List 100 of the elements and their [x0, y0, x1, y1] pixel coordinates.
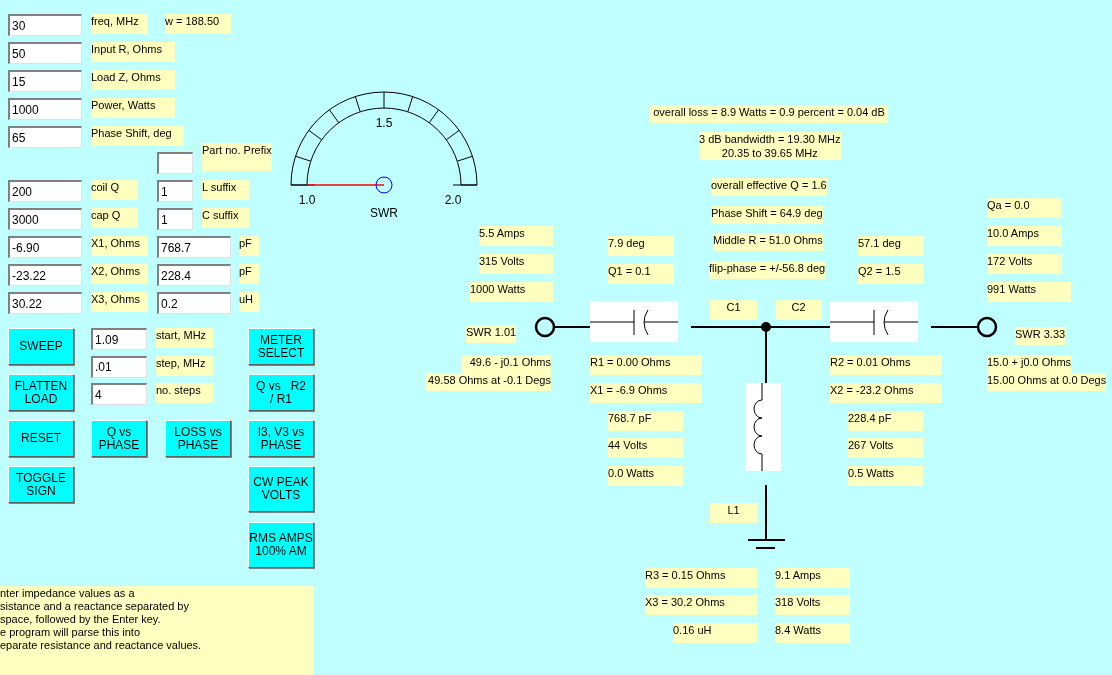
readout-label: R2 = 0.01 Ohms — [830, 355, 942, 375]
readout-label: 5.5 Amps — [479, 226, 553, 246]
command-button[interactable]: METER SELECT — [248, 328, 314, 365]
readout-label: 228.4 pF — [848, 411, 923, 431]
input-field[interactable]: 228.4 — [157, 264, 231, 286]
readout-label: 15.00 Ohms at 0.0 Degs — [987, 373, 1107, 391]
input-field[interactable]: 30.22 — [8, 292, 82, 314]
readout-label: Phase Shift = 64.9 deg — [711, 206, 823, 224]
readout-label: Part no. Prefix — [202, 143, 272, 171]
input-field[interactable]: 3000 — [8, 208, 82, 230]
readout-label: 172 Volts — [987, 254, 1062, 274]
command-button[interactable]: FLATTEN LOAD — [8, 374, 74, 411]
command-button[interactable]: LOSS vs PHASE — [165, 420, 231, 457]
readout-label: no. steps — [156, 383, 213, 403]
input-terminal-icon — [534, 316, 556, 338]
readout-label: 10.0 Amps — [987, 226, 1062, 246]
command-button[interactable]: Q vs PHASE — [91, 420, 147, 457]
capacitor-icon — [589, 301, 679, 342]
readout-label: overall effective Q = 1.6 — [711, 178, 827, 196]
input-field[interactable]: 1000 — [8, 98, 82, 120]
meter-hub-icon — [375, 176, 393, 194]
input-field[interactable] — [157, 152, 193, 174]
meter-tick-label: 1.5 — [375, 116, 393, 130]
readout-label: R1 = 0.00 Ohms — [590, 355, 702, 375]
readout-label: pF — [239, 264, 259, 284]
readout-label: R3 = 0.15 Ohms — [645, 568, 757, 588]
readout-label: start, MHz — [156, 328, 213, 348]
input-field[interactable]: 1.09 — [91, 328, 147, 350]
readout-label: 57.1 deg — [858, 236, 924, 256]
command-button[interactable]: RESET — [8, 420, 74, 457]
readout-label: flip-phase = +/-56.8 deg — [709, 261, 826, 279]
readout-label: 0.0 Watts — [608, 466, 683, 486]
readout-label: X1 = -6.9 Ohms — [590, 383, 702, 403]
readout-label: 0.16 uH — [673, 623, 757, 643]
wire — [765, 331, 767, 384]
readout-label: X3, Ohms — [91, 292, 148, 312]
wire — [930, 326, 979, 328]
meter-tick-label: 2.0 — [444, 193, 462, 207]
meter-label: SWR — [370, 206, 398, 220]
readout-label: Phase Shift, deg — [91, 126, 184, 146]
readout-label: coil Q — [91, 180, 138, 200]
readout-label: 1000 Watts — [470, 282, 553, 302]
input-field[interactable]: 1 — [157, 180, 193, 202]
readout-label: w = 188.50 — [165, 14, 231, 34]
input-field[interactable]: -23.22 — [8, 264, 82, 286]
readout-label: 7.9 deg — [608, 236, 674, 256]
readout-label: L suffix — [202, 180, 249, 200]
readout-label: cap Q — [91, 208, 138, 228]
input-field[interactable]: 200 — [8, 180, 82, 202]
ground-icon — [747, 484, 786, 549]
output-terminal-icon — [976, 316, 998, 338]
command-button[interactable]: CW PEAK VOLTS — [248, 466, 314, 512]
readout-label: C suffix — [202, 208, 249, 228]
readout-label: 3 dB bandwidth = 19.30 MHz 20.35 to 39.65 MHz — [699, 132, 841, 160]
meter-tick-label: 1.0 — [298, 193, 316, 207]
readout-label: Middle R = 51.0 Ohms — [713, 233, 823, 251]
input-field[interactable]: 1 — [157, 208, 193, 230]
readout-label: X1, Ohms — [91, 236, 148, 256]
command-button[interactable]: SWEEP — [8, 328, 74, 365]
readout-label: overall loss = 8.9 Watts = 0.9 percent = 0.04 dB — [650, 105, 888, 123]
input-field[interactable]: -6.90 — [8, 236, 82, 258]
command-button[interactable]: I3, V3 vs PHASE — [248, 420, 314, 457]
help-text: nter impedance values as a sistance and a reactance separated by space, followed by the Enter key. e program will parse this into eparate resistance and reactance values. — [0, 586, 314, 675]
input-field[interactable]: 15 — [8, 70, 82, 92]
readout-label: 15.0 + j0.0 Ohms — [987, 355, 1072, 373]
command-button[interactable]: Q vs R2 / R1 — [248, 374, 314, 411]
readout-label: 315 Volts — [479, 254, 553, 274]
readout-label: Q2 = 1.5 — [858, 264, 924, 284]
input-field[interactable]: 65 — [8, 126, 82, 148]
command-button[interactable]: RMS AMPS 100% AM — [248, 522, 314, 568]
readout-label: Input R, Ohms — [91, 42, 175, 62]
readout-label: 8.4 Watts — [775, 623, 850, 643]
wire — [553, 326, 591, 328]
readout-label: X2, Ohms — [91, 264, 148, 284]
readout-label: SWR 1.01 — [466, 325, 517, 343]
readout-label: step, MHz — [156, 355, 213, 376]
capacitor-icon — [829, 301, 919, 342]
readout-label: Load Z, Ohms — [91, 70, 175, 90]
input-field[interactable]: 0.2 — [157, 292, 231, 314]
readout-label: 768.7 pF — [608, 411, 683, 431]
readout-label: L1 — [710, 503, 757, 523]
command-button[interactable]: TOGGLE SIGN — [8, 466, 74, 503]
readout-label: uH — [239, 292, 259, 312]
readout-label: SWR 3.33 — [1015, 327, 1066, 345]
input-field[interactable]: 768.7 — [157, 236, 231, 258]
readout-label: X3 = 30.2 Ohms — [645, 595, 757, 615]
readout-label: 318 Volts — [775, 595, 850, 615]
readout-label: Power, Watts — [91, 98, 175, 118]
input-field[interactable]: 4 — [91, 383, 147, 405]
readout-label: C1 — [710, 300, 757, 320]
readout-label: 44 Volts — [608, 438, 683, 458]
input-field[interactable]: 50 — [8, 42, 82, 64]
input-field[interactable]: .01 — [91, 355, 147, 378]
input-field[interactable]: 30 — [8, 14, 82, 36]
junction-dot-icon — [761, 322, 771, 332]
readout-label: Q1 = 0.1 — [608, 264, 674, 284]
inductor-icon — [745, 382, 781, 472]
readout-label: X2 = -23.2 Ohms — [830, 383, 942, 403]
readout-label: 0.5 Watts — [848, 466, 923, 486]
readout-label: 49.58 Ohms at -0.1 Degs — [425, 373, 551, 391]
